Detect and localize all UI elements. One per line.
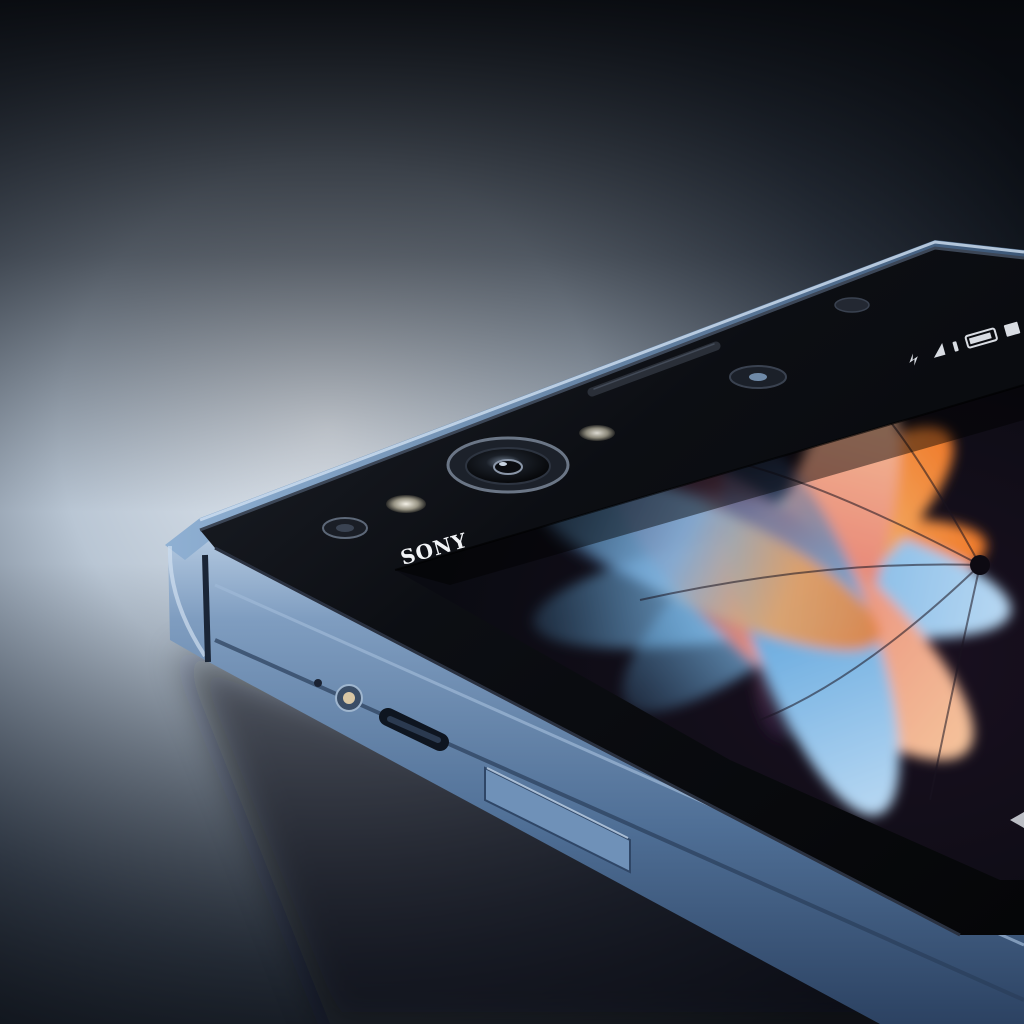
photo-scene: SONY <box>0 0 1024 1024</box>
light-sensor-icon <box>729 365 787 389</box>
phone-photo: SONY <box>0 0 1024 1024</box>
secondary-camera-icon <box>322 517 368 539</box>
microphone-icon <box>335 684 363 712</box>
front-sensor-icon <box>834 297 870 313</box>
front-camera-icon <box>446 436 570 494</box>
flash-led-icon <box>386 495 426 513</box>
mic-hole-icon <box>314 679 322 687</box>
proximity-sensor-icon <box>579 425 615 441</box>
